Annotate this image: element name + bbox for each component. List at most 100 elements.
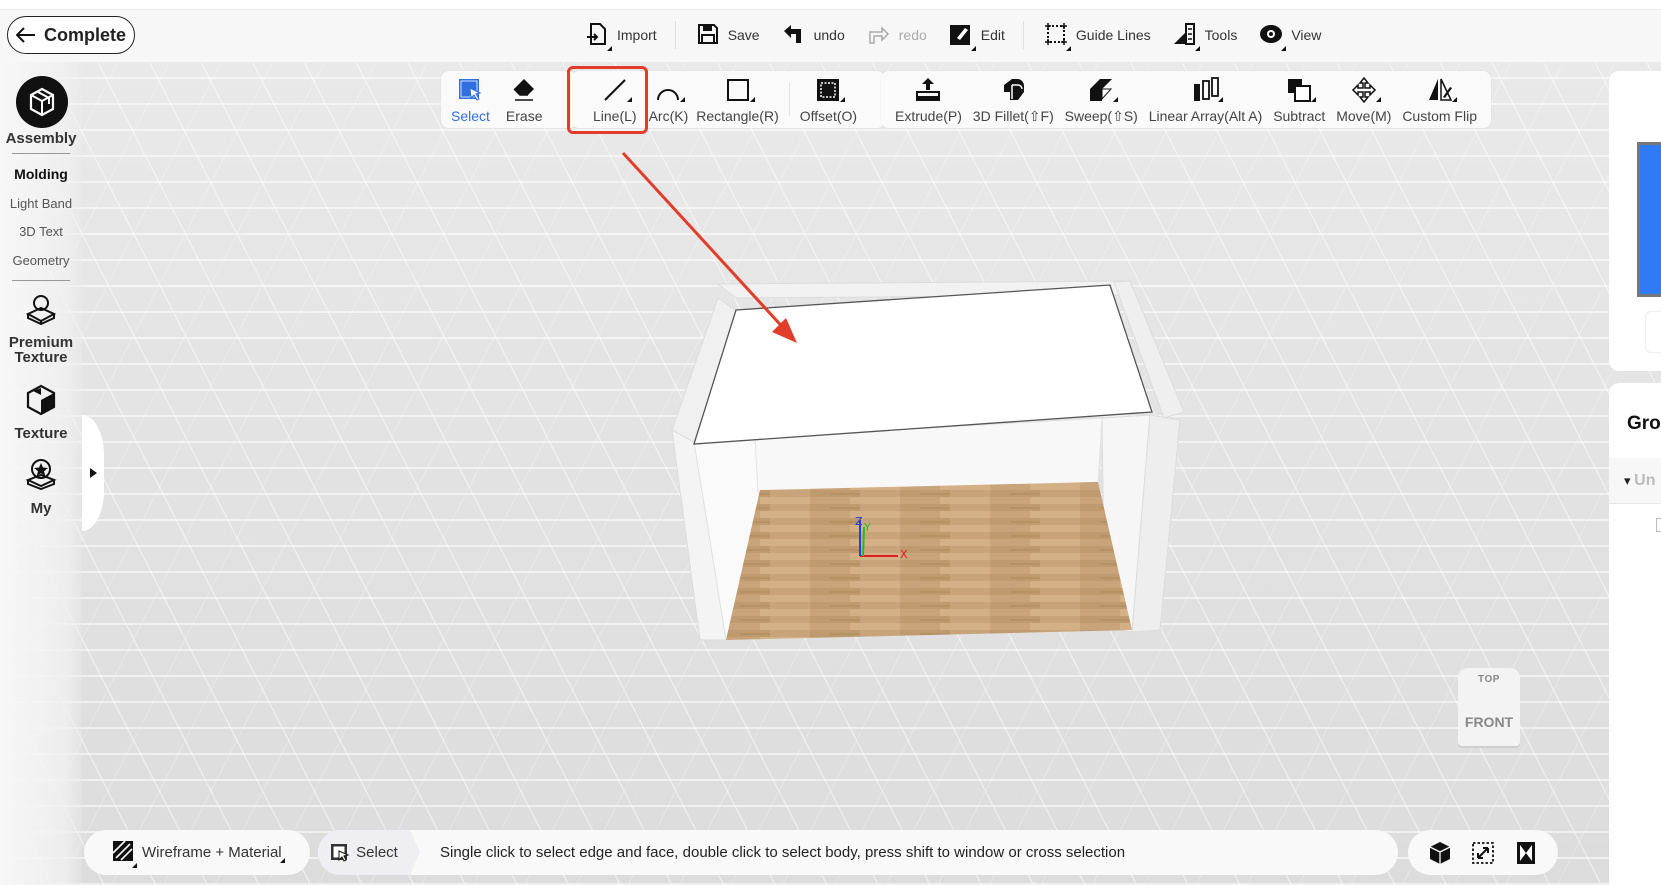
tool-offset[interactable]: Offset(O) [796,71,861,128]
select-tool-group: Select Erase [441,71,577,128]
redo-icon [867,22,891,49]
complete-label: Complete [43,24,126,45]
render-mode-dropdown[interactable]: Wireframe + Material [84,830,310,875]
current-tool-indicator: Select [318,830,420,875]
select-tool-icon [331,843,350,862]
tool-custom-flip-label: Custom Flip [1402,108,1477,124]
menu-save-label: Save [727,27,760,43]
tool-extrude-label: Extrude(P) [895,108,962,124]
eraser-icon [511,75,537,105]
sidebar-cat-my[interactable]: My [0,500,82,517]
import-icon [585,22,612,51]
modify-tool-group: Extrude(P) 3D Fillet(⇧F) Sweep(⇧S) Linea… [881,71,1491,128]
fullscreen-toggle-icon[interactable] [1514,841,1538,865]
right-panel-footer [1609,830,1661,885]
tools-icon [1173,22,1200,51]
group-row-label: Un [1624,472,1655,490]
sidebar-link-geometry[interactable]: Geometry [0,253,82,268]
menu-separator [1022,21,1024,49]
sidebar-divider [12,280,70,281]
tool-arc[interactable]: Arc(K) [645,71,693,128]
tool-move[interactable]: Move(M) [1332,71,1395,128]
menu-view-label: View [1291,27,1322,43]
sidebar-link-light-band[interactable]: Light Band [0,196,82,211]
sidebar-cat-premium-texture[interactable]: Premium Texture [0,335,82,365]
sweep-icon [1088,75,1119,105]
menu-redo[interactable]: redo [867,22,927,49]
main-menu: Import Save undo redo Edit Guide Lines T… [585,20,1343,51]
tool-separator [788,83,790,116]
material-swatch[interactable] [1637,142,1661,297]
menu-import-label: Import [617,27,657,43]
menu-save[interactable]: Save [696,22,760,49]
menu-edit-label: Edit [980,27,1005,43]
tool-line-label: Line(L) [593,108,637,124]
sidebar-divider [12,153,70,154]
line-icon [602,75,632,105]
move-icon [1351,75,1381,105]
tool-select[interactable]: Select [447,71,494,128]
custom-flip-icon [1427,75,1457,105]
tool-rectangle[interactable]: Rectangle(R) [692,71,782,128]
select-icon [457,75,483,105]
menu-edit[interactable]: Edit [949,22,1005,51]
menu-import[interactable]: Import [585,22,657,51]
fillet-icon [1000,75,1026,105]
menu-guide-lines[interactable]: Guide Lines [1044,22,1151,51]
tool-custom-flip[interactable]: Custom Flip [1398,71,1481,128]
sidebar-link-molding[interactable]: Molding [0,166,82,182]
menu-undo-label: undo [813,27,845,43]
preview-control[interactable] [1645,311,1661,353]
menu-tools-label: Tools [1204,27,1238,43]
group-panel-title: Gro [1627,413,1661,434]
group-row[interactable]: Un [1609,458,1661,504]
tool-linear-array[interactable]: Linear Array(Alt A) [1145,71,1267,128]
view-cube[interactable]: TOP FRONT [1456,668,1522,750]
complete-button[interactable]: Complete [7,16,135,54]
group-checkbox[interactable] [1656,518,1661,532]
arc-icon [655,75,686,105]
edit-icon [949,22,976,51]
tool-move-label: Move(M) [1336,108,1392,124]
assembly-title[interactable]: Assembly [0,130,82,147]
tool-subtract[interactable]: Subtract [1269,71,1329,128]
view-cube-top-label[interactable]: TOP [1456,674,1522,685]
assembly-icon[interactable] [16,76,68,128]
tool-extrude[interactable]: Extrude(P) [891,71,966,128]
tool-line[interactable]: Line(L) [589,71,641,128]
subtract-icon [1286,75,1317,105]
tool-offset-label: Offset(O) [799,108,858,124]
menu-undo[interactable]: undo [782,22,845,49]
sidebar-link-3d-text[interactable]: 3D Text [0,224,82,239]
tool-erase[interactable]: Erase [502,71,547,128]
my-favorites-icon[interactable] [25,458,57,490]
arrow-left-icon [15,27,35,43]
tool-erase-label: Erase [505,108,543,124]
offset-icon [815,75,846,105]
draw-tool-group: Line(L) Arc(K) Rectangle(R) Offset(O) [571,71,885,128]
3d-view-icon[interactable] [1428,841,1452,865]
fit-view-icon[interactable] [1471,841,1495,865]
texture-icon[interactable] [25,384,57,416]
render-mode-label: Wireframe + Material [142,844,285,863]
tool-3d-fillet[interactable]: 3D Fillet(⇧F) [969,71,1058,128]
wireframe-material-icon [112,839,137,868]
undo-icon [782,22,806,49]
right-preview-panel [1609,71,1661,371]
tool-subtract-label: Subtract [1273,108,1326,124]
premium-texture-icon[interactable] [25,293,57,325]
menu-view[interactable]: View [1259,22,1322,51]
left-sidebar: Assembly Molding Light Band 3D Text Geom… [0,62,82,885]
caret-right-icon [89,468,97,478]
status-hint: Single click to select edge and face, do… [440,844,1126,861]
tool-sweep[interactable]: Sweep(⇧S) [1061,71,1142,128]
menu-tools[interactable]: Tools [1173,22,1238,51]
tool-arc-label: Arc(K) [648,108,689,124]
view-cube-front-label[interactable]: FRONT [1456,714,1522,730]
sidebar-cat-texture[interactable]: Texture [0,425,82,442]
current-tool-label: Select [356,844,398,861]
3d-viewport[interactable] [0,62,1661,885]
tool-rectangle-label: Rectangle(R) [696,108,779,124]
tool-3d-fillet-label: 3D Fillet(⇧F) [972,108,1054,124]
view-icon [1259,22,1287,51]
